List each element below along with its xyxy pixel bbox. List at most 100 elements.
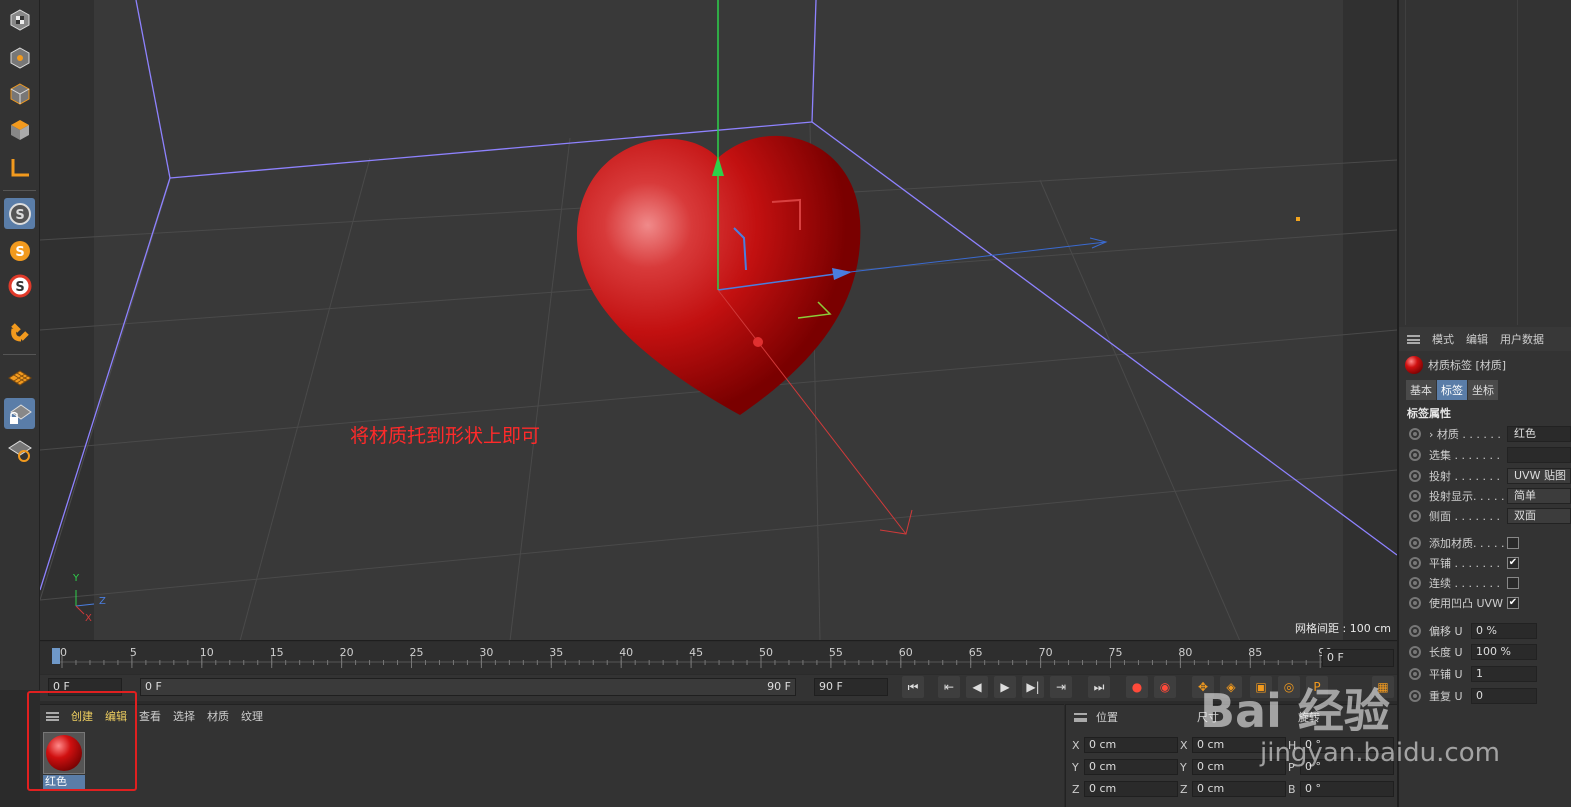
transport-bar: 0 F 0 F 90 F 90 F ⏮ ⇤ ◀ ▶ ▶| ⇥ ⏭ ● ◉ ✥ ◈… <box>40 649 1397 701</box>
menu-texture[interactable]: 纹理 <box>241 708 263 724</box>
menu-user-data[interactable]: 用户数据 <box>1500 331 1544 347</box>
material-manager: 创建 编辑 查看 选择 材质 纹理 红色 <box>27 691 1064 807</box>
position-z-field[interactable]: 0 cm <box>1084 781 1178 797</box>
key-rotation-icon[interactable]: ▣ <box>1250 676 1272 698</box>
animate-radio[interactable] <box>1409 510 1421 522</box>
menu-select[interactable]: 选择 <box>173 708 195 724</box>
prop-seamless-row: 连续 . . . . . . . <box>1399 573 1571 593</box>
next-key-icon[interactable]: ⇥ <box>1050 676 1072 698</box>
animate-radio[interactable] <box>1409 625 1421 637</box>
preview-range-slider[interactable]: 0 F 90 F <box>140 678 796 696</box>
timeline-tick-label: 55 <box>828 646 843 659</box>
key-pla-icon[interactable]: P <box>1306 676 1328 698</box>
3d-viewport[interactable]: Y Z X 将材质托到形状上即可 网格间距 : 100 cm <box>40 0 1397 641</box>
axis-label: Z <box>1180 782 1188 796</box>
goto-start-icon[interactable]: ⏮ <box>902 676 924 698</box>
rotation-h-field[interactable]: 0 ° <box>1300 737 1394 753</box>
menu-edit[interactable]: 编辑 <box>1466 331 1488 347</box>
tab-coordinates[interactable]: 坐标 <box>1468 380 1498 400</box>
end-frame-field[interactable]: 90 F <box>814 678 888 696</box>
animate-radio[interactable] <box>1409 428 1421 440</box>
timeline-ticks <box>54 656 1330 668</box>
projection-select[interactable]: UVW 贴图 <box>1507 468 1571 484</box>
animate-radio[interactable] <box>1409 537 1421 549</box>
next-frame-icon[interactable]: ▶| <box>1022 676 1044 698</box>
use-uvw-bump-checkbox[interactable]: ✔ <box>1507 597 1519 609</box>
workplane-snap-icon[interactable]: S <box>4 270 35 301</box>
timeline-ruler[interactable]: 051015202530354045505560657075808590 <box>40 642 1397 674</box>
workplane-icon[interactable] <box>4 362 35 393</box>
toolbar-divider <box>3 354 36 355</box>
layout-icon[interactable]: ▦ <box>1372 676 1394 698</box>
animate-radio[interactable] <box>1409 690 1421 702</box>
lock-workplane-icon[interactable] <box>4 398 35 429</box>
rotation-p-field[interactable]: 0 ° <box>1300 759 1394 775</box>
edges-mode-icon[interactable] <box>4 78 35 109</box>
polygons-mode-icon[interactable] <box>4 114 35 145</box>
size-z-row: Z 0 cm <box>1180 780 1286 798</box>
axis-mode-icon[interactable] <box>4 152 35 183</box>
size-z-field[interactable]: 0 cm <box>1192 781 1286 797</box>
key-position-icon[interactable]: ✥ <box>1192 676 1214 698</box>
animate-radio[interactable] <box>1409 646 1421 658</box>
length-u-field[interactable]: 100 % <box>1471 644 1537 660</box>
animate-radio[interactable] <box>1409 597 1421 609</box>
tiles-u-field[interactable]: 1 <box>1471 666 1537 682</box>
rotation-p-row: P 0 ° <box>1288 758 1394 776</box>
position-y-field[interactable]: 0 cm <box>1084 759 1178 775</box>
timeline-playhead[interactable] <box>52 648 60 664</box>
attributes-menu-icon[interactable] <box>1407 334 1420 344</box>
animate-radio[interactable] <box>1409 668 1421 680</box>
menu-mode[interactable]: 模式 <box>1432 331 1454 347</box>
timeline-tick-label: 80 <box>1178 646 1193 659</box>
animate-radio[interactable] <box>1409 490 1421 502</box>
model-mode-icon[interactable] <box>4 4 35 35</box>
position-y-row: Y 0 cm <box>1072 758 1178 776</box>
light-point <box>1296 217 1300 221</box>
goto-end-icon[interactable]: ⏭ <box>1088 676 1110 698</box>
points-mode-icon[interactable] <box>4 42 35 73</box>
workplane-align-icon[interactable] <box>4 434 35 465</box>
menu-material[interactable]: 材质 <box>207 708 229 724</box>
key-param-icon[interactable]: ◎ <box>1278 676 1300 698</box>
rotation-b-field[interactable]: 0 ° <box>1300 781 1394 797</box>
prop-label: 选集 . . . . . . . <box>1429 449 1500 462</box>
coordinates-menu-icon[interactable] <box>1074 713 1087 722</box>
snap-icon[interactable]: S <box>4 198 35 229</box>
position-x-field[interactable]: 0 cm <box>1084 737 1178 753</box>
size-x-field[interactable]: 0 cm <box>1192 737 1286 753</box>
tile-checkbox[interactable]: ✔ <box>1507 557 1519 569</box>
menu-view[interactable]: 查看 <box>139 708 161 724</box>
animate-radio[interactable] <box>1409 470 1421 482</box>
record-icon[interactable]: ● <box>1126 676 1148 698</box>
prev-key-icon[interactable]: ⇤ <box>938 676 960 698</box>
repeat-u-field[interactable]: 0 <box>1471 688 1537 704</box>
key-scale-icon[interactable]: ◈ <box>1220 676 1242 698</box>
add-material-checkbox[interactable] <box>1507 537 1519 549</box>
axis-label: Y <box>1072 760 1079 774</box>
attributes-title-text: 材质标签 [材质] <box>1428 359 1507 372</box>
right-frame-field[interactable]: 0 F <box>1322 649 1394 667</box>
timeline-tick-label: 45 <box>689 646 704 659</box>
snap-settings-icon[interactable]: S <box>4 235 35 266</box>
seamless-checkbox[interactable] <box>1507 577 1519 589</box>
tab-basic[interactable]: 基本 <box>1406 380 1436 400</box>
play-icon[interactable]: ▶ <box>994 676 1016 698</box>
magnet-icon[interactable] <box>4 316 35 347</box>
selection-field[interactable] <box>1507 447 1571 463</box>
position-header: 位置 <box>1096 711 1118 724</box>
offset-u-field[interactable]: 0 % <box>1471 623 1537 639</box>
animate-radio[interactable] <box>1409 449 1421 461</box>
size-y-field[interactable]: 0 cm <box>1192 759 1286 775</box>
timeline-tick-label: 65 <box>968 646 983 659</box>
object-manager[interactable] <box>1399 0 1571 325</box>
tab-tag[interactable]: 标签 <box>1437 380 1467 400</box>
projection-display-select[interactable]: 简单 <box>1507 488 1571 504</box>
animate-radio[interactable] <box>1409 577 1421 589</box>
autokey-icon[interactable]: ◉ <box>1154 676 1176 698</box>
prev-frame-icon[interactable]: ◀ <box>966 676 988 698</box>
material-link-field[interactable]: 红色 <box>1507 426 1571 442</box>
prop-selection-row: 选集 . . . . . . . <box>1399 445 1571 465</box>
side-select[interactable]: 双面 <box>1507 508 1571 524</box>
animate-radio[interactable] <box>1409 557 1421 569</box>
